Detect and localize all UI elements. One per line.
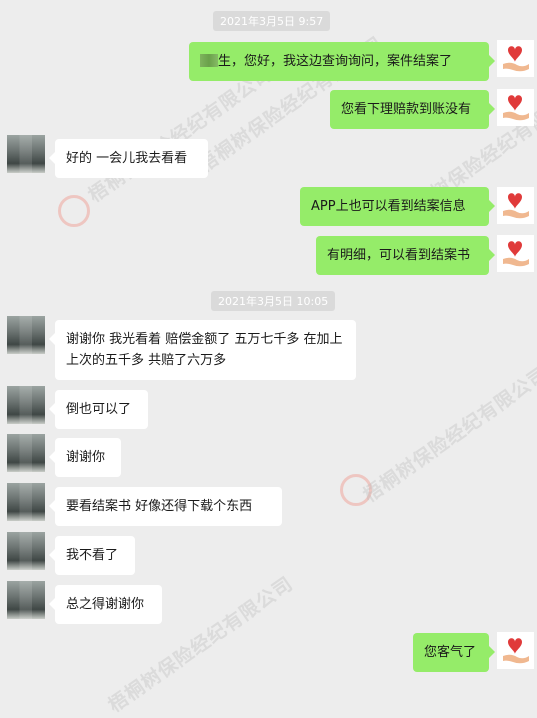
timestamp: 2021年3月5日 10:05 xyxy=(211,291,336,311)
my-avatar[interactable] xyxy=(497,187,534,224)
contact-avatar[interactable] xyxy=(7,434,45,472)
message-text: 好的 一会儿我去看看 xyxy=(66,151,188,166)
watermark-logo-icon xyxy=(58,195,90,227)
contact-avatar[interactable] xyxy=(7,532,45,570)
message-text: 要看结案书 好像还得下载个东西 xyxy=(66,499,253,514)
my-avatar[interactable] xyxy=(497,89,534,126)
message-text: 生，您好，我这边查询询问，案件结案了 xyxy=(218,54,453,69)
message-bubble-received[interactable]: 要看结案书 好像还得下载个东西 xyxy=(49,487,282,526)
heart-hand-icon xyxy=(503,638,529,664)
message-text: 您客气了 xyxy=(424,645,477,660)
watermark: 梧桐树保险经纪有限公司 xyxy=(359,362,537,507)
message-bubble-sent[interactable]: APP上也可以看到结案信息 xyxy=(300,187,495,226)
heart-hand-icon xyxy=(503,46,529,72)
heart-hand-icon xyxy=(503,95,529,121)
my-avatar[interactable] xyxy=(497,235,534,272)
message-bubble-received[interactable]: 谢谢你 xyxy=(49,438,121,477)
message-bubble-received[interactable]: 总之得谢谢你 xyxy=(49,585,162,624)
timestamp: 2021年3月5日 9:57 xyxy=(213,11,331,31)
my-avatar[interactable] xyxy=(497,40,534,77)
message-bubble-sent[interactable]: 有明细，可以看到结案书 xyxy=(316,236,495,275)
message-bubble-sent[interactable]: 生，您好，我这边查询询问，案件结案了 xyxy=(189,42,495,81)
contact-avatar[interactable] xyxy=(7,581,45,619)
my-avatar[interactable] xyxy=(497,632,534,669)
heart-hand-icon xyxy=(503,193,529,219)
heart-hand-icon xyxy=(503,241,529,267)
message-text: 倒也可以了 xyxy=(66,402,132,417)
message-bubble-received[interactable]: 倒也可以了 xyxy=(49,390,148,429)
message-text: 我不看了 xyxy=(66,548,119,563)
message-text: 您看下理赔款到账没有 xyxy=(341,102,472,117)
message-text: 谢谢你 xyxy=(66,450,106,465)
contact-avatar[interactable] xyxy=(7,135,45,173)
message-text: APP上也可以看到结案信息 xyxy=(311,199,466,214)
message-text: 总之得谢谢你 xyxy=(66,597,145,612)
contact-avatar[interactable] xyxy=(7,316,45,354)
message-bubble-sent[interactable]: 您看下理赔款到账没有 xyxy=(330,90,495,129)
contact-avatar[interactable] xyxy=(7,483,45,521)
message-bubble-received[interactable]: 好的 一会儿我去看看 xyxy=(49,139,208,178)
message-text: 谢谢你 我光看着 赔偿金额了 五万七千多 在加上上次的五千多 共赔了六万多 xyxy=(66,332,343,368)
redacted-name xyxy=(200,54,218,67)
message-bubble-received[interactable]: 谢谢你 我光看着 赔偿金额了 五万七千多 在加上上次的五千多 共赔了六万多 xyxy=(49,320,356,380)
message-bubble-sent[interactable]: 您客气了 xyxy=(413,633,495,672)
message-bubble-received[interactable]: 我不看了 xyxy=(49,536,135,575)
message-text: 有明细，可以看到结案书 xyxy=(327,248,471,263)
contact-avatar[interactable] xyxy=(7,386,45,424)
